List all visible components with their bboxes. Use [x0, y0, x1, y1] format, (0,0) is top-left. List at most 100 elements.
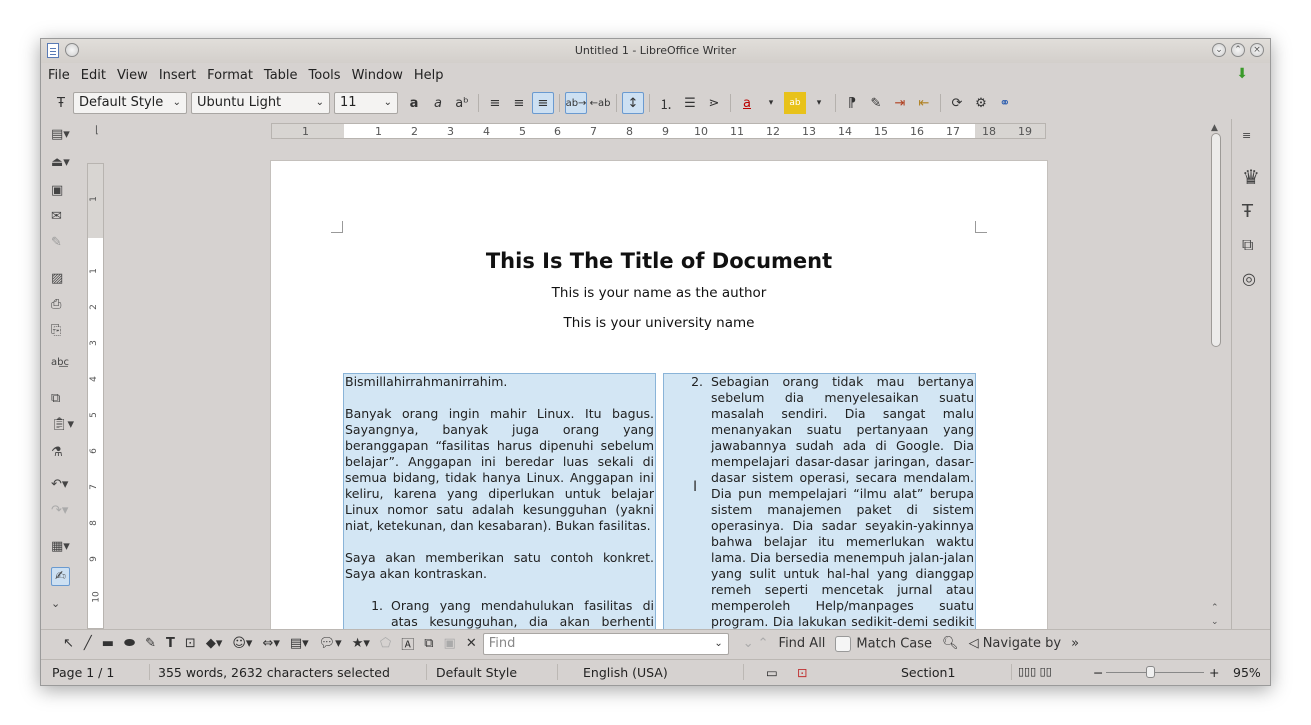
navigate-by-button[interactable]: ◁ Navigate by — [969, 636, 1062, 651]
spellcheck-icon[interactable]: ab͟c — [51, 357, 69, 368]
find-next-icon[interactable]: ⌃ — [758, 636, 769, 651]
callout-icon[interactable]: ⊡ — [185, 636, 196, 651]
stars-icon[interactable]: ★▾ — [352, 636, 370, 651]
menu-tools[interactable]: Tools — [309, 68, 341, 83]
link-icon[interactable]: ⚭ — [994, 92, 1016, 114]
match-case-checkbox[interactable]: Match Case — [835, 635, 932, 652]
update-download-icon[interactable]: ⬇ — [1236, 66, 1248, 82]
gallery-icon[interactable]: ⧉ — [1242, 235, 1253, 255]
scroll-down-icon[interactable]: ⌄ — [1211, 617, 1219, 627]
undo-icon[interactable]: ↶▾ — [51, 477, 68, 492]
more-options-icon[interactable]: » — [1071, 636, 1079, 651]
paragraph-style-select[interactable]: Default Style ⌄ — [73, 92, 187, 114]
increase-indent-icon[interactable]: ⇥ — [889, 92, 911, 114]
menu-file[interactable]: File — [48, 68, 70, 83]
zoom-in-icon[interactable]: + — [1209, 665, 1219, 680]
navigator-icon[interactable]: ◎ — [1242, 269, 1256, 288]
find-input[interactable]: Find ⌄ — [482, 632, 729, 655]
document-title[interactable]: This Is The Title of Document — [271, 249, 1047, 273]
line-icon[interactable]: ╱ — [84, 636, 92, 651]
document-page[interactable]: This Is The Title of Document This is yo… — [270, 160, 1048, 629]
print-icon[interactable]: ⎙ — [51, 297, 61, 312]
compare-icon[interactable]: ⚙ — [970, 92, 992, 114]
bullet-list-icon[interactable]: ☰ — [679, 92, 701, 114]
highlight-icon[interactable]: ab — [784, 92, 806, 114]
callouts-icon[interactable]: 💬︎▾ — [319, 636, 342, 651]
maximize-icon[interactable]: ⌃ — [1231, 43, 1245, 57]
justify-icon[interactable]: ≡ — [532, 92, 554, 114]
find-all-button[interactable]: Find All — [779, 636, 826, 651]
page-style[interactable]: Default Style — [436, 665, 517, 680]
ellipse-icon[interactable]: ⬬ — [124, 636, 135, 651]
more-tools-icon[interactable]: ⌄ — [51, 597, 60, 610]
open-icon[interactable]: ⏏▾ — [51, 155, 70, 170]
rtl-icon[interactable]: ←ab — [589, 92, 611, 114]
document-canvas[interactable]: This Is The Title of Document This is yo… — [105, 141, 1209, 629]
extrusion-icon[interactable]: ⧉ — [424, 636, 433, 651]
vertical-ruler[interactable]: 1 1 2 3 4 5 6 7 8 9 10 — [87, 163, 104, 629]
document-author[interactable]: This is your name as the author — [271, 285, 1047, 301]
scrollbar-thumb[interactable] — [1211, 133, 1221, 347]
decrease-indent-icon[interactable]: ⇤ — [913, 92, 935, 114]
find-previous-icon[interactable]: ⌄ — [743, 636, 754, 651]
save-icon[interactable]: ▣ — [51, 183, 63, 198]
symbol-shapes-icon[interactable]: ☺▾ — [232, 636, 252, 651]
page-count[interactable]: Page 1 / 1 — [52, 665, 114, 680]
paste-icon[interactable]: 📋︎▾ — [51, 417, 74, 432]
points-icon[interactable]: ⬠ — [380, 636, 391, 651]
text-column-right[interactable]: 2. Sebagian orang tidak mau bertanya seb… — [663, 373, 976, 629]
edit-mode-icon[interactable]: ✎ — [51, 235, 62, 250]
export-pdf-icon[interactable]: ▨ — [51, 271, 63, 286]
rectangle-icon[interactable]: ▬ — [102, 636, 114, 651]
text-box-icon[interactable]: T — [166, 636, 175, 651]
para-spacing-icon[interactable]: ⁋ — [841, 92, 863, 114]
block-arrows-icon[interactable]: ⇔▾ — [262, 636, 279, 651]
italic-icon[interactable]: a — [427, 92, 449, 114]
track-changes-icon[interactable]: ⟳ — [946, 92, 968, 114]
sidebar-menu-icon[interactable]: ≡ — [1242, 129, 1251, 142]
formatting-marks-icon[interactable]: ✍ — [51, 567, 70, 586]
insert-table-icon[interactable]: ▦▾ — [51, 539, 70, 554]
outline-icon[interactable]: ⋗ — [703, 92, 725, 114]
ltr-icon[interactable]: ab→ — [565, 92, 587, 114]
menu-insert[interactable]: Insert — [159, 68, 196, 83]
menu-window[interactable]: Window — [352, 68, 403, 83]
clear-format-icon[interactable]: ✎ — [865, 92, 887, 114]
align-center-icon[interactable]: ≡ — [508, 92, 530, 114]
menu-edit[interactable]: Edit — [81, 68, 106, 83]
close-find-icon[interactable]: ✕ — [466, 636, 477, 651]
styles-icon[interactable]: Ŧ — [50, 92, 72, 114]
toggle-extrusion-icon[interactable]: ▣ — [444, 636, 456, 651]
align-left-icon[interactable]: ≡ — [484, 92, 506, 114]
menu-table[interactable]: Table — [264, 68, 298, 83]
basic-shapes-icon[interactable]: ◆▾ — [206, 636, 223, 651]
new-document-icon[interactable]: ▤▾ — [51, 127, 70, 142]
menu-format[interactable]: Format — [207, 68, 253, 83]
print-preview-icon[interactable]: ⎘ — [51, 323, 61, 338]
selection-mode-icon[interactable]: ⊡ — [797, 665, 807, 680]
copy-icon[interactable]: ⧉ — [51, 391, 60, 406]
properties-icon[interactable]: ♛ — [1242, 165, 1260, 189]
font-color-icon[interactable]: a — [736, 92, 758, 114]
font-color-dropdown-icon[interactable]: ▾ — [760, 92, 782, 114]
tab-stop-icon[interactable]: ⌊ — [95, 125, 99, 136]
menu-view[interactable]: View — [117, 68, 148, 83]
find-replace-icon[interactable]: 🔍︎ — [942, 636, 959, 651]
bold-icon[interactable]: a — [403, 92, 425, 114]
document-university[interactable]: This is your university name — [271, 315, 1047, 331]
styles-icon[interactable]: Ŧ — [1242, 201, 1253, 222]
insert-mode-icon[interactable]: ▭ — [766, 665, 778, 680]
fontwork-icon[interactable]: 🄰︎ — [401, 634, 414, 653]
zoom-out-icon[interactable]: − — [1093, 665, 1103, 680]
numbered-list-icon[interactable]: ⒈ — [655, 92, 677, 114]
font-name-select[interactable]: Ubuntu Light ⌄ — [191, 92, 330, 114]
zoom-slider[interactable] — [1106, 672, 1204, 673]
horizontal-ruler[interactable]: 1 1 2 3 4 5 6 7 8 9 10 11 12 13 14 15 16… — [271, 123, 1046, 139]
word-count[interactable]: 355 words, 2632 characters selected — [158, 665, 390, 680]
scroll-up-icon[interactable]: ▲ — [1211, 123, 1218, 133]
minimize-icon[interactable]: ⌄ — [1212, 43, 1226, 57]
close-icon[interactable]: × — [1250, 43, 1264, 57]
clone-format-icon[interactable]: ⚗ — [51, 445, 63, 460]
superscript-icon[interactable]: aᵇ — [451, 92, 473, 114]
email-icon[interactable]: ✉ — [51, 209, 62, 224]
